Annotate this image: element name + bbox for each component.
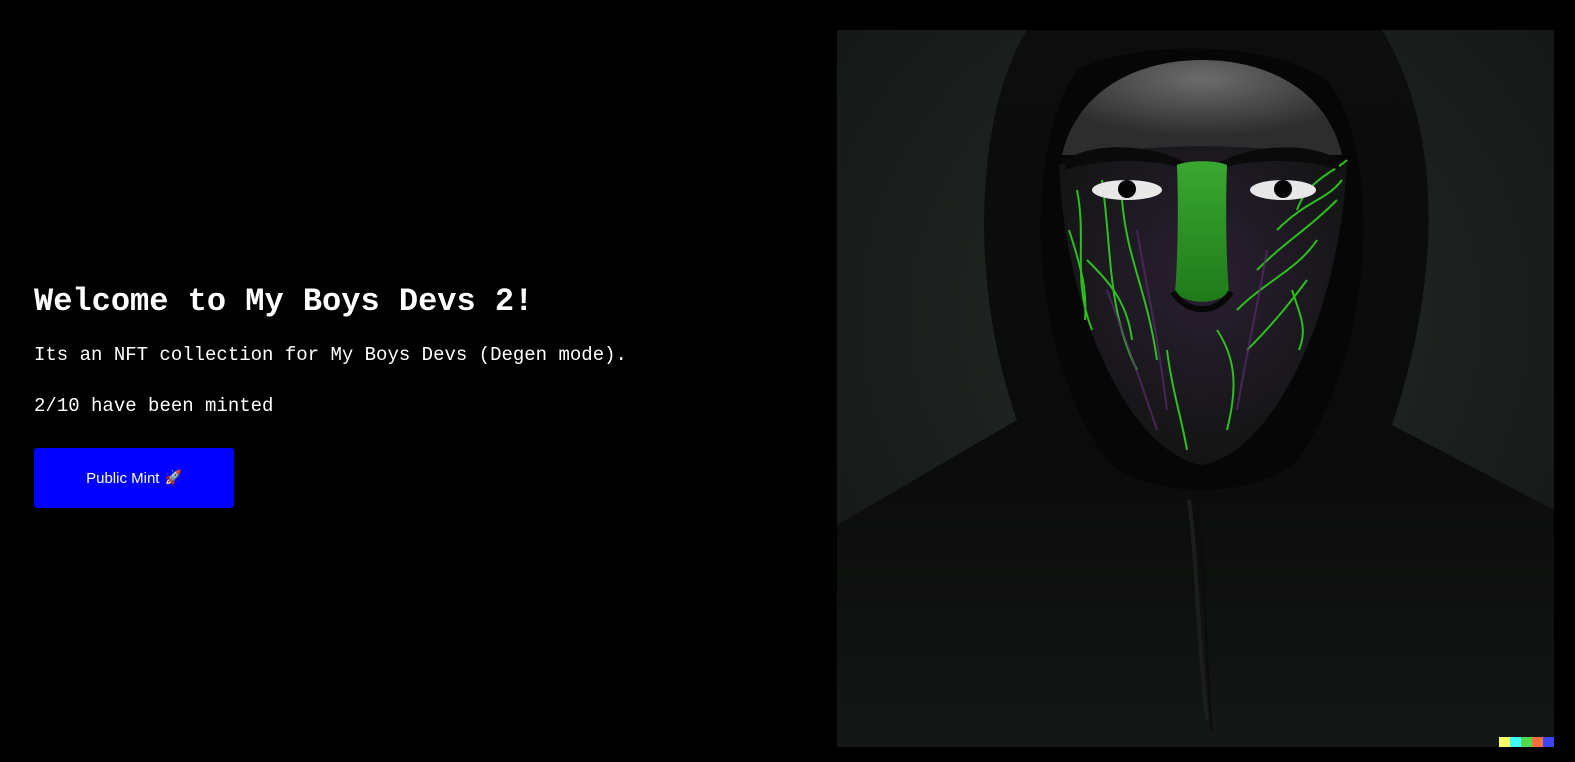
page-title: Welcome to My Boys Devs 2! [34, 283, 534, 320]
public-mint-button[interactable]: Public Mint 🚀 [34, 448, 234, 508]
signature-swatch-cyan [1510, 737, 1521, 747]
minted-suffix: have been minted [79, 395, 274, 417]
public-mint-label: Public Mint [86, 469, 160, 487]
minted-count: 2 [34, 395, 46, 417]
page: Welcome to My Boys Devs 2! Its an NFT co… [0, 0, 1575, 762]
minted-total: 10 [56, 395, 80, 417]
signature-swatch-blue [1543, 737, 1554, 747]
dalle-signature [1499, 737, 1554, 747]
minted-separator: / [45, 395, 57, 417]
rocket-icon: 🚀 [164, 470, 182, 486]
signature-swatch-orange [1532, 737, 1543, 747]
collection-description: Its an NFT collection for My Boys Devs (… [34, 344, 627, 366]
minted-status: 2/10 have been minted [34, 392, 794, 420]
signature-swatch-yellow [1499, 737, 1510, 747]
nft-artwork [837, 30, 1554, 747]
hero-section: Welcome to My Boys Devs 2! Its an NFT co… [34, 280, 794, 508]
signature-swatch-green [1521, 737, 1532, 747]
hooded-figure-illustration [837, 30, 1554, 747]
